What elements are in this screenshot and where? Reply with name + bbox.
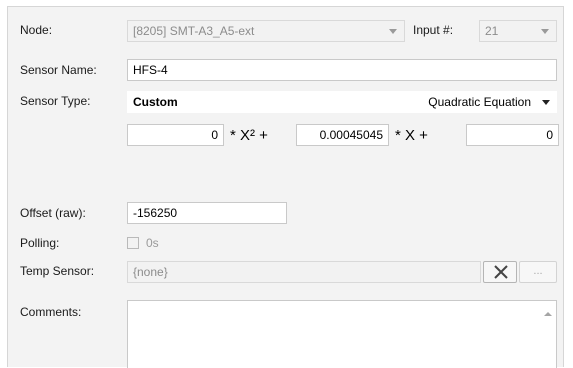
polling-checkbox[interactable] bbox=[127, 237, 139, 249]
polling-label: Polling: bbox=[20, 236, 60, 250]
comments-label: Comments: bbox=[20, 305, 82, 319]
comments-scrollbar[interactable] bbox=[539, 301, 556, 368]
chevron-down-icon bbox=[389, 29, 397, 34]
clear-temp-sensor-button[interactable] bbox=[483, 261, 517, 283]
input-number-select[interactable]: 21 bbox=[479, 20, 557, 42]
chevron-up-icon[interactable] bbox=[544, 312, 552, 316]
x-squared-label: * X² + bbox=[230, 127, 268, 144]
sensor-config-panel: Node: [8205] SMT-A3_A5-ext Input #: 21 S… bbox=[7, 6, 564, 368]
input-label: Input #: bbox=[413, 23, 454, 37]
node-select[interactable]: [8205] SMT-A3_A5-ext bbox=[127, 20, 405, 42]
coefficient-b-input[interactable]: 0.00045045 bbox=[296, 124, 389, 146]
temp-sensor-label: Temp Sensor: bbox=[20, 264, 95, 278]
node-value: [8205] SMT-A3_A5-ext bbox=[133, 24, 255, 38]
input-number-value: 21 bbox=[485, 24, 499, 38]
temp-sensor-field[interactable]: {none} bbox=[127, 261, 481, 283]
x-label: * X + bbox=[395, 127, 428, 144]
chevron-down-icon bbox=[541, 29, 549, 34]
sensor-name-input[interactable]: HFS-4 bbox=[127, 59, 557, 81]
equation-type-value: Quadratic Equation bbox=[428, 95, 531, 109]
coefficient-c-input[interactable]: 0 bbox=[466, 124, 559, 146]
node-label: Node: bbox=[20, 23, 53, 37]
chevron-down-icon bbox=[542, 100, 550, 105]
sensor-name-label: Sensor Name: bbox=[20, 63, 97, 77]
comments-textarea[interactable] bbox=[127, 300, 557, 368]
offset-label: Offset (raw): bbox=[20, 206, 86, 220]
sensor-type-select[interactable]: Custom Quadratic Equation bbox=[127, 91, 557, 113]
browse-temp-sensor-button[interactable]: ... bbox=[519, 261, 557, 283]
offset-input[interactable]: -156250 bbox=[127, 202, 287, 224]
sensor-type-label: Sensor Type: bbox=[20, 94, 91, 108]
coefficient-a-input[interactable]: 0 bbox=[127, 124, 224, 146]
polling-value: 0s bbox=[146, 236, 159, 250]
sensor-type-value: Custom bbox=[133, 95, 178, 109]
x-icon bbox=[494, 265, 508, 279]
